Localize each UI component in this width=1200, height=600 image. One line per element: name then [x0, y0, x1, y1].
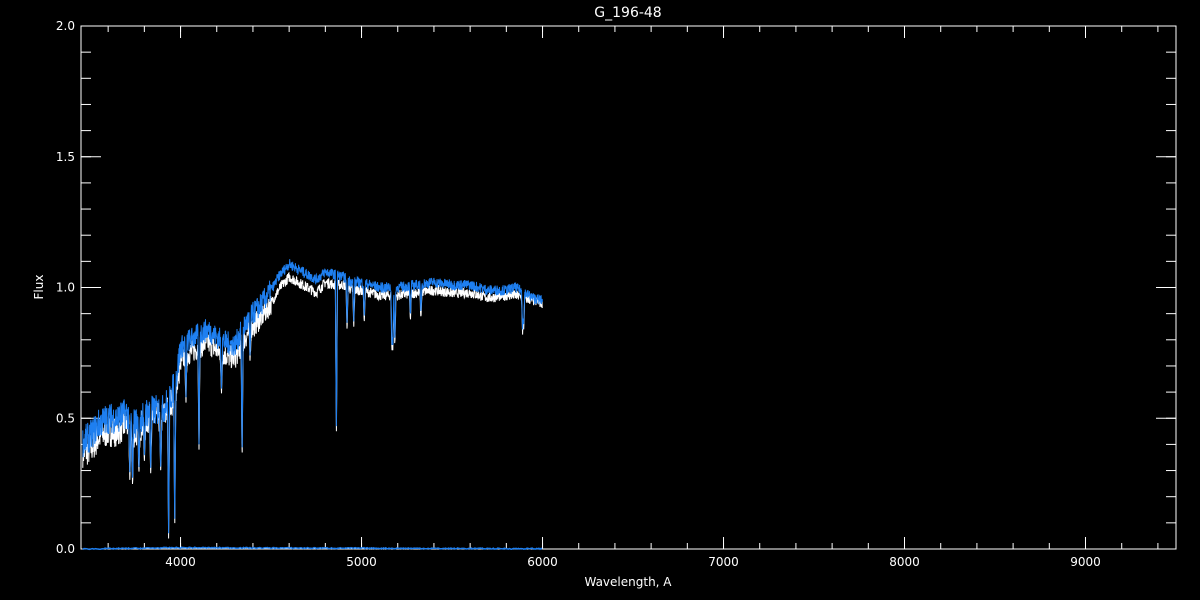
y-tick-label: 0.0: [56, 542, 75, 556]
spectrum-chart: G_196-48 4000 5000 6000 7000 8000 9000 0.0 0.5 1…: [0, 0, 1200, 600]
x-tick-label: 5000: [346, 555, 377, 569]
chart-title: G_196-48: [594, 5, 661, 21]
x-tick-label: 6000: [527, 555, 558, 569]
y-tick-label: 2.0: [56, 19, 75, 33]
chart-background: [0, 0, 1200, 600]
x-axis-label: Wavelength, A: [584, 575, 672, 589]
y-tick-label: 0.5: [56, 411, 75, 425]
x-tick-label: 7000: [708, 555, 739, 569]
y-axis-label: Flux: [32, 275, 46, 300]
y-tick-label: 1.0: [56, 281, 75, 295]
x-tick-label: 8000: [889, 555, 920, 569]
y-tick-label: 1.5: [56, 150, 75, 164]
x-tick-label: 9000: [1070, 555, 1101, 569]
x-tick-label: 4000: [165, 555, 196, 569]
